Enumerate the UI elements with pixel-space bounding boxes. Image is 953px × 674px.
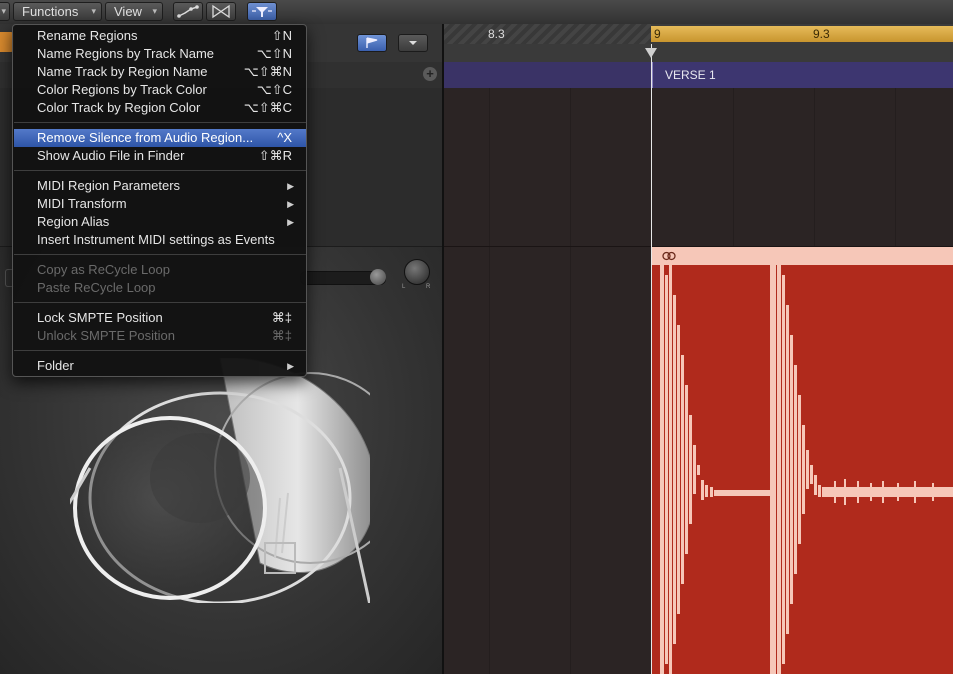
shortcut-label: ⌘‡ (271, 328, 292, 343)
kick-drum-image (70, 358, 370, 603)
menu-item-remove-silence[interactable]: Remove Silence from Audio Region... ^X (14, 129, 306, 147)
shortcut-label: ⇧N (271, 28, 292, 43)
region-flag-button[interactable] (357, 34, 387, 52)
menu-separator (14, 254, 306, 255)
view-label: View (114, 4, 142, 19)
menu-item-midi-transform[interactable]: MIDI Transform ▶ (14, 195, 306, 213)
menu-item-region-alias[interactable]: Region Alias ▶ (14, 213, 306, 231)
playhead-marker-icon[interactable] (645, 48, 657, 58)
menu-item-midi-region-parameters[interactable]: MIDI Region Parameters ▶ (14, 177, 306, 195)
cycle-region[interactable] (651, 26, 953, 42)
playhead-lane[interactable] (444, 44, 953, 62)
flag-icon (366, 37, 378, 48)
gridline (489, 88, 490, 674)
menu-separator (14, 302, 306, 303)
automation-curve-icon (177, 5, 199, 18)
filter-funnel-icon (252, 7, 272, 17)
menu-item-name-regions-by-track[interactable]: Name Regions by Track Name ⌥⇧N (14, 45, 306, 63)
shortcut-label: ⌥⇧⌘N (243, 64, 292, 79)
view-menu-button[interactable]: View ▾ (105, 2, 163, 21)
chevron-down-icon (409, 41, 417, 45)
menu-item-paste-recycle-loop: Paste ReCycle Loop (37, 280, 156, 295)
shortcut-label: ⇧⌘R (258, 148, 292, 163)
playhead-line[interactable] (651, 44, 652, 674)
chevron-down-icon: ▾ (91, 6, 96, 16)
toolbar-left-edge[interactable]: ▾ (0, 2, 10, 21)
ruler-label-9: 9 (654, 27, 661, 41)
add-marker-icon[interactable]: + (423, 67, 437, 81)
menu-item-insert-instrument-midi[interactable]: Insert Instrument MIDI settings as Event… (14, 231, 306, 249)
volume-slider-thumb[interactable] (370, 269, 386, 285)
menu-item-color-track-by-region[interactable]: Color Track by Region Color ⌥⇧⌘C (14, 99, 306, 117)
ruler-hatched-area (444, 24, 651, 44)
catch-filter-button[interactable] (247, 2, 277, 21)
knob-right-label: R (426, 284, 431, 290)
audio-region-header[interactable] (652, 247, 953, 265)
shortcut-label: ⌥⇧N (256, 46, 292, 61)
menu-item-lock-smpte[interactable]: Lock SMPTE Position ⌘‡ (14, 309, 306, 327)
chevron-down-icon: ▾ (152, 6, 157, 16)
menu-item-show-audio-in-finder[interactable]: Show Audio File in Finder ⇧⌘R (14, 147, 306, 165)
functions-dropdown-menu: Rename Regions ⇧N Name Regions by Track … (12, 24, 307, 377)
arrangement-track[interactable]: VERSE 1 (444, 62, 953, 88)
menu-item-unlock-smpte: Unlock SMPTE Position ⌘‡ (37, 328, 292, 343)
track-options-button[interactable] (398, 34, 428, 52)
menu-item-color-regions-by-track[interactable]: Color Regions by Track Color ⌥⇧C (14, 81, 306, 99)
shortcut-label: ^X (277, 130, 292, 145)
menu-item-name-track-by-region[interactable]: Name Track by Region Name ⌥⇧⌘N (14, 63, 306, 81)
submenu-arrow-icon: ▶ (287, 199, 294, 209)
arrangement-marker-label: VERSE 1 (665, 68, 716, 82)
functions-label: Functions (22, 4, 79, 19)
menu-item-rename-regions[interactable]: Rename Regions ⇧N (14, 27, 306, 45)
submenu-arrow-icon: ▶ (287, 181, 294, 191)
ruler-label-8-3: 8.3 (488, 27, 505, 41)
menu-separator (14, 170, 306, 171)
ruler-label-9-3: 9.3 (813, 27, 830, 41)
menu-item-copy-recycle-loop: Copy as ReCycle Loop (37, 262, 170, 277)
bar-ruler[interactable]: 8.3 9 9.3 (444, 24, 953, 45)
gridline (570, 88, 571, 674)
submenu-arrow-icon: ▶ (287, 361, 294, 371)
flex-tool-button[interactable] (206, 2, 236, 21)
shortcut-label: ⌘‡ (271, 310, 292, 325)
submenu-arrow-icon: ▶ (287, 217, 294, 227)
loop-icon (662, 251, 676, 261)
shortcut-label: ⌥⇧C (256, 82, 292, 97)
menu-separator (14, 350, 306, 351)
toolbar: ▾ Functions ▾ View ▾ (0, 0, 953, 25)
menu-separator (14, 122, 306, 123)
flex-hourglass-icon (212, 4, 230, 19)
functions-menu-button[interactable]: Functions ▾ (13, 2, 102, 21)
menu-item-folder[interactable]: Folder ▶ (14, 357, 306, 375)
shortcut-label: ⌥⇧⌘C (243, 100, 292, 115)
knob-left-label: L (402, 284, 406, 290)
audio-waveform (660, 265, 953, 674)
automation-tool-button[interactable] (173, 2, 203, 21)
audio-region[interactable] (652, 247, 953, 674)
pan-knob[interactable] (404, 259, 430, 285)
